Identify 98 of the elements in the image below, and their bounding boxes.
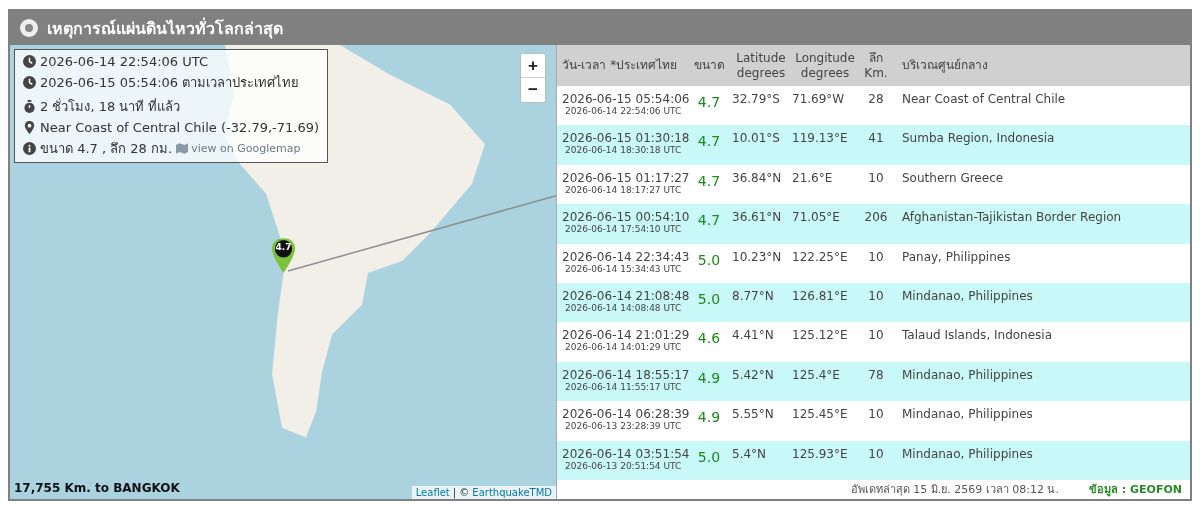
- circle-icon: [20, 19, 38, 37]
- map-marker[interactable]: 4.7: [270, 238, 297, 273]
- latitude-cell-text: 4.41°N: [731, 328, 775, 343]
- info-text: Near Coast of Central Chile (-32.79,-71.69): [40, 120, 320, 135]
- longitude-cell-text: 125.45°E: [791, 407, 849, 422]
- magnitude-cell-text: 4.6: [696, 329, 722, 347]
- depth-cell-text: 10: [867, 328, 885, 343]
- local-time: 2026-06-14 06:28:39: [562, 407, 690, 422]
- utc-time: 2026-06-14 18:17:27 UTC: [564, 184, 683, 195]
- depth-cell-text: 206: [863, 210, 889, 225]
- longitude-cell-text: 125.4°E: [791, 367, 841, 382]
- info-text: 2026-06-15 05:54:06 ตามเวลาประเทศไทย: [40, 74, 300, 92]
- latitude-cell-text: 36.84°N: [731, 170, 783, 185]
- magnitude-cell-text: 5.0: [696, 250, 722, 268]
- utc-time: 2026-06-14 22:54:06 UTC: [564, 106, 683, 116]
- clock-icon: [23, 76, 36, 89]
- region-cell-text: Sumba Region, Indonesia: [901, 131, 1056, 146]
- info-text: 2 ชั่วโมง, 18 นาที ที่แล้ว: [40, 97, 181, 116]
- longitude-cell-text: 125.12°E: [791, 328, 849, 343]
- panel-title: เหตุการณ์แผ่นดินไหวทั่วโลกล่าสุด: [47, 16, 283, 41]
- longitude-cell-text: 126.81°E: [791, 288, 849, 303]
- magnitude-cell-text: 5.0: [696, 447, 722, 465]
- column-header: ลึก Km.: [863, 50, 889, 81]
- latitude-cell-text: 10.01°S: [731, 131, 781, 146]
- copyright-text: | ©: [452, 487, 470, 498]
- utc-time: 2026-06-14 18:30:18 UTC: [564, 145, 683, 156]
- column-header: Longitude degrees: [794, 50, 856, 81]
- data-source-text: ข้อมูล : GEOFON: [1088, 482, 1182, 499]
- local-time: 2026-06-15 01:30:18: [562, 131, 690, 146]
- column-header: บริเวณศูนย์กลาง: [901, 58, 989, 73]
- local-time: 2026-06-15 01:17:27: [562, 170, 690, 185]
- magnitude-cell-text: 4.7: [696, 93, 722, 110]
- source-link[interactable]: EarthquakeTMD: [472, 487, 552, 498]
- column-header: วัน-เวลา *ประเทศไทย: [561, 58, 679, 73]
- local-time: 2026-06-14 03:51:54: [562, 446, 690, 461]
- latitude-cell-text: 5.4°N: [731, 446, 768, 461]
- depth-cell-text: 10: [867, 288, 885, 303]
- latitude-cell-text: 36.61°N: [731, 210, 783, 225]
- region-cell-text: Afghanistan-Tajikistan Border Region: [901, 210, 1123, 225]
- info-icon: [23, 142, 36, 155]
- depth-cell-text: 41: [867, 131, 885, 146]
- zoom-button[interactable]: +: [521, 54, 545, 78]
- latitude-cell-text: 8.77°N: [731, 288, 775, 303]
- region-cell-text: Near Coast of Central Chile: [901, 92, 1067, 106]
- depth-cell-text: 10: [867, 170, 885, 185]
- magnitude-cell-text: 4.9: [696, 368, 722, 386]
- region-cell-text: Talaud Islands, Indonesia: [901, 328, 1054, 343]
- latitude-cell-text: 5.55°N: [731, 407, 775, 422]
- longitude-cell-text: 21.6°E: [791, 170, 834, 185]
- latitude-cell-text: 32.79°S: [731, 92, 781, 106]
- info-text: 2026-06-14 22:54:06 UTC: [40, 54, 208, 69]
- local-time: 2026-06-14 21:08:48: [562, 288, 690, 303]
- utc-time: 2026-06-14 14:01:29 UTC: [564, 342, 683, 353]
- magnitude-cell-text: 4.7: [696, 211, 722, 229]
- last-updated-text: อัพเดทล่าสุด 15 มิ.ย. 2569 เวลา 08:12 น.: [850, 482, 1059, 499]
- depth-cell-text: 10: [867, 249, 885, 264]
- depth-cell-text: 10: [867, 446, 885, 461]
- map-icon: [176, 143, 189, 154]
- location-pin-icon: [23, 121, 36, 134]
- magnitude-cell-text: 5.0: [696, 289, 722, 307]
- region-cell-text: Panay, Philippines: [901, 249, 1012, 264]
- magnitude-cell-text: 4.9: [696, 408, 722, 426]
- utc-time: 2026-06-14 15:34:43 UTC: [564, 263, 683, 274]
- depth-cell-text: 28: [867, 92, 885, 106]
- utc-time: 2026-06-14 11:55:17 UTC: [564, 381, 683, 392]
- column-header: ขนาด: [692, 58, 726, 73]
- info-text: ขนาด 4.7 , ลึก 28 กม.: [40, 140, 173, 158]
- longitude-cell-text: 71.69°W: [791, 92, 846, 106]
- utc-time: 2026-06-13 20:51:54 UTC: [564, 460, 683, 471]
- magnitude-cell-text: 4.7: [696, 171, 722, 189]
- region-cell-text: Southern Greece: [901, 170, 1005, 185]
- longitude-cell-text: 119.13°E: [791, 131, 849, 146]
- clock-icon: [23, 55, 36, 68]
- region-cell-text: Mindanao, Philippines: [901, 407, 1034, 422]
- utc-time: 2026-06-14 14:08:48 UTC: [564, 302, 683, 313]
- utc-time: 2026-06-13 23:28:39 UTC: [564, 421, 683, 432]
- longitude-cell-text: 122.25°E: [791, 249, 849, 264]
- region-cell-text: Mindanao, Philippines: [901, 446, 1034, 461]
- distance-label: 17,755 Km. to BANGKOK: [14, 481, 180, 495]
- latitude-cell-text: 10.23°N: [731, 249, 783, 264]
- googlemap-link[interactable]: view on Googlemap: [176, 142, 301, 155]
- local-time: 2026-06-14 18:55:17: [562, 367, 690, 382]
- depth-cell-text: 78: [867, 367, 885, 382]
- magnitude-cell-text: 4.7: [696, 132, 722, 150]
- region-cell-text: Mindanao, Philippines: [901, 367, 1034, 382]
- local-time: 2026-06-15 00:54:10: [562, 210, 690, 225]
- local-time: 2026-06-14 21:01:29: [562, 328, 690, 343]
- region-cell-text: Mindanao, Philippines: [901, 288, 1034, 303]
- utc-time: 2026-06-14 17:54:10 UTC: [564, 224, 683, 235]
- column-header: Latitude degrees: [735, 50, 787, 81]
- longitude-cell-text: 125.93°E: [791, 446, 849, 461]
- local-time: 2026-06-15 05:54:06: [562, 92, 690, 106]
- longitude-cell-text: 71.05°E: [791, 210, 841, 225]
- stopwatch-icon: [23, 100, 36, 113]
- depth-cell-text: 10: [867, 407, 885, 422]
- local-time: 2026-06-14 22:34:43: [562, 249, 690, 264]
- leaflet-link[interactable]: Leaflet: [415, 487, 450, 498]
- latitude-cell-text: 5.42°N: [731, 367, 775, 382]
